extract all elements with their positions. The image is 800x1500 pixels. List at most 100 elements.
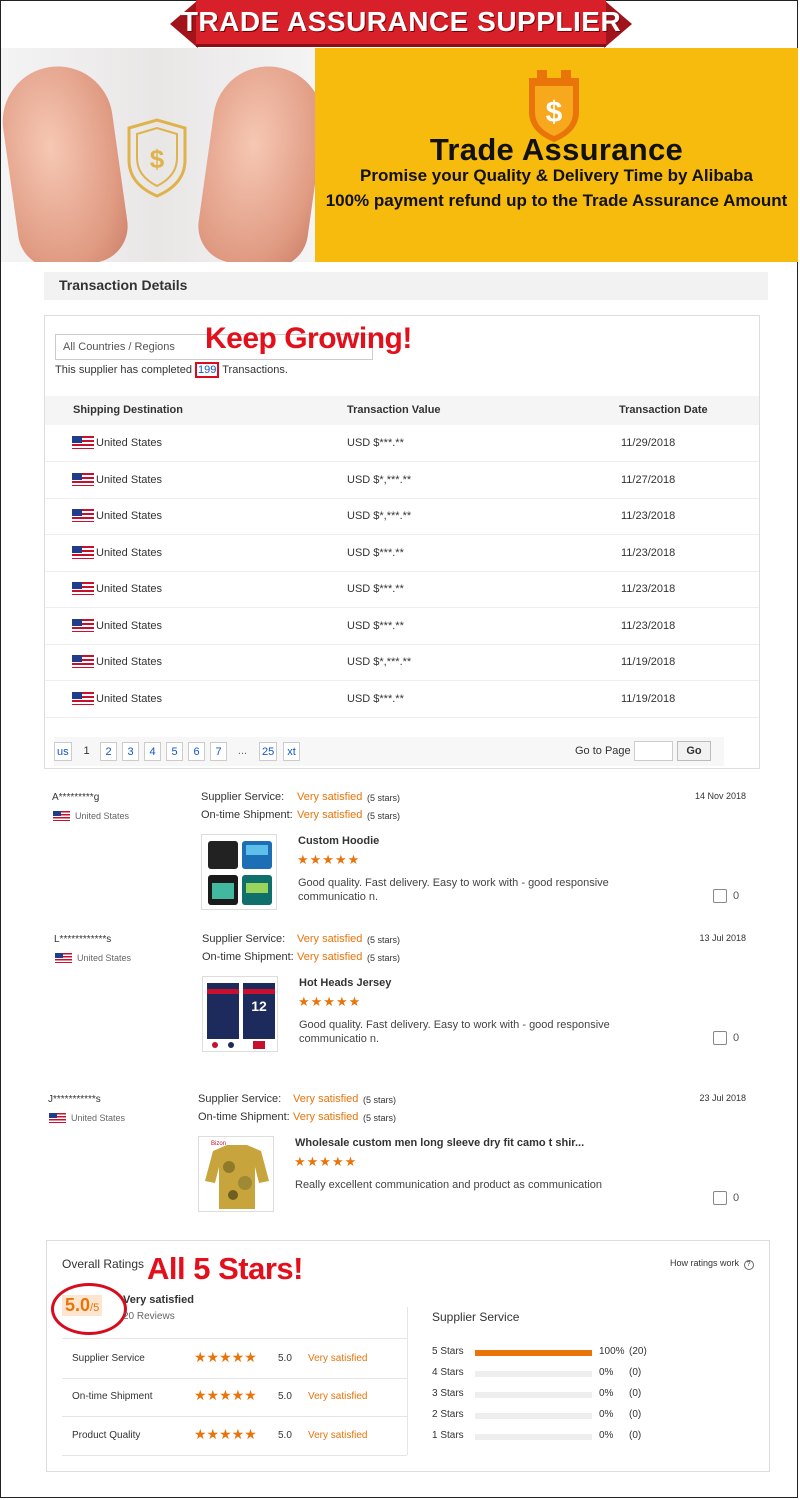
page-2[interactable]: 2 <box>100 742 117 761</box>
supplier-service-stars: (5 stars) <box>367 793 401 803</box>
thumbs-up-icon <box>713 1191 727 1205</box>
us-flag-icon <box>72 691 94 705</box>
transactions-summary: This supplier has completed 199 Transact… <box>55 362 288 378</box>
go-to-page-input[interactable] <box>634 741 673 761</box>
divider <box>407 1307 408 1455</box>
go-button[interactable]: Go <box>677 741 711 761</box>
like-button[interactable]: 0 <box>713 1191 739 1205</box>
score-out-of: /5 <box>90 1302 100 1314</box>
reviewer-name: A*********g <box>52 792 100 803</box>
page-6[interactable]: 6 <box>188 742 205 761</box>
table-row: United States USD $*,***.** 11/23/2018 <box>45 498 759 535</box>
on-time-shipment-rating: Very satisfied <box>297 951 363 963</box>
product-thumbnail[interactable] <box>201 834 277 910</box>
section-title: Transaction Details <box>59 277 188 293</box>
us-flag-icon <box>55 953 72 963</box>
page-5[interactable]: 5 <box>166 742 183 761</box>
reviewer-name: J***********s <box>48 1094 101 1105</box>
product-star-rating: ★★★★★ <box>298 994 362 1009</box>
svg-text:Bizon: Bizon <box>211 1141 226 1147</box>
shipping-destination: United States <box>96 510 163 522</box>
product-name-link[interactable]: Hot Heads Jersey <box>299 977 391 989</box>
prev-page-button[interactable]: us <box>54 742 72 761</box>
transaction-date: 11/29/2018 <box>621 437 676 449</box>
breakdown-bar-track <box>475 1413 592 1419</box>
shipping-destination: United States <box>96 619 163 632</box>
score-value: 5.0 <box>65 1295 91 1315</box>
hands-image: $ <box>1 48 315 262</box>
category-label: Supplier Service <box>72 1353 145 1364</box>
reviewer-country: United States <box>77 953 132 963</box>
review-text: Really excellent communication and produ… <box>295 1179 602 1191</box>
trade-assurance-refund-note: 100% payment refund up to the Trade Assu… <box>325 191 788 210</box>
product-name-link[interactable]: Wholesale custom men long sleeve dry fit… <box>295 1137 584 1149</box>
transaction-value: USD $***.** <box>347 546 404 559</box>
transaction-value: USD $***.** <box>347 583 404 595</box>
reviewer-country: United States <box>71 1113 126 1123</box>
transaction-date: 11/23/2018 <box>621 619 676 632</box>
breakdown-bar-track <box>475 1371 592 1377</box>
us-flag-icon <box>72 582 94 595</box>
shipping-destination: United States <box>96 656 163 668</box>
on-time-shipment-stars: (5 stars) <box>367 811 401 821</box>
next-page-button[interactable]: xt <box>283 742 300 761</box>
page-3[interactable]: 3 <box>122 742 139 761</box>
breakdown-count: (0) <box>629 1367 642 1378</box>
on-time-shipment-rating: Very satisfied <box>297 809 363 821</box>
page-ellipsis: ... <box>237 745 248 757</box>
category-score: 5.0 <box>278 1353 292 1364</box>
breakdown-count: (0) <box>629 1430 642 1441</box>
table-row: United States USD $***.** 11/19/2018 <box>45 681 759 718</box>
transaction-count-link[interactable]: 199 <box>195 362 220 378</box>
breakdown-bar-track <box>475 1392 592 1398</box>
category-score: 5.0 <box>278 1430 292 1441</box>
breakdown-count: (0) <box>629 1388 642 1399</box>
star-level-label: 4 Stars <box>432 1367 464 1378</box>
on-time-shipment-label: On-time Shipment: <box>201 809 293 821</box>
product-thumbnail[interactable]: 12 <box>202 976 278 1052</box>
product-star-rating: ★★★★★ <box>294 1154 358 1169</box>
transaction-date: 11/23/2018 <box>621 546 676 559</box>
jersey-product-image: 12 <box>203 977 277 1051</box>
product-name-link[interactable]: Custom Hoodie <box>298 835 379 847</box>
how-ratings-work-link[interactable]: How ratings work ? <box>670 1258 754 1270</box>
pagination: us 1 2 3 4 5 6 7 ... 25 xt Go to Page Go <box>54 737 724 766</box>
category-satisfaction: Very satisfied <box>308 1353 368 1364</box>
star-level-label: 1 Stars <box>432 1430 464 1441</box>
page-25[interactable]: 25 <box>259 742 278 761</box>
trade-assurance-panel: $ Trade Assurance Promise your Quality &… <box>315 48 798 262</box>
overall-ratings-title: Overall Ratings <box>62 1257 145 1271</box>
shield-icon: $ <box>127 118 187 198</box>
go-to-page-label: Go to Page <box>575 745 631 757</box>
page-7[interactable]: 7 <box>210 742 227 761</box>
review-text: Good quality. Fast delivery. Easy to wor… <box>298 877 609 903</box>
like-count: 0 <box>733 889 740 902</box>
trade-assurance-subtitle: Promise your Quality & Delivery Time by … <box>359 166 754 185</box>
review-item: L************s United States Supplier Serv… <box>44 932 760 1072</box>
supplier-service-rating: Very satisfied <box>297 933 363 945</box>
transaction-value: USD $*,***.** <box>347 510 412 522</box>
overall-summary: Very satisfied <box>123 1294 194 1306</box>
column-transaction-value: Transaction Value <box>347 404 441 416</box>
breakdown-percent: 0% <box>599 1388 614 1399</box>
review-item: A*********g United States Supplier Service… <box>44 790 760 930</box>
svg-text:12: 12 <box>251 998 267 1014</box>
category-label: On-time Shipment <box>72 1391 153 1402</box>
transaction-date: 11/19/2018 <box>621 656 676 668</box>
column-shipping-destination: Shipping Destination <box>73 404 183 416</box>
category-satisfaction: Very satisfied <box>308 1391 368 1402</box>
breakdown-bar-track <box>475 1434 592 1440</box>
us-flag-icon <box>72 436 94 449</box>
breakdown-percent: 100% <box>599 1346 625 1357</box>
category-ratings: Supplier Service ★★★★★ 5.0 Very satisfied On… <box>62 1338 407 1456</box>
transaction-date: 11/23/2018 <box>621 583 676 595</box>
summary-prefix: This supplier has completed <box>55 364 192 376</box>
product-thumbnail[interactable]: Bizon <box>198 1136 274 1212</box>
right-hand <box>193 59 315 262</box>
supplier-service-label: Supplier Service: <box>201 791 285 803</box>
like-button[interactable]: 0 <box>713 889 739 903</box>
like-button[interactable]: 0 <box>713 1031 739 1045</box>
page-4[interactable]: 4 <box>144 742 161 761</box>
supplier-ribbon: TRADE ASSURANCE SUPPLIER <box>170 0 632 48</box>
us-flag-icon <box>72 618 94 632</box>
